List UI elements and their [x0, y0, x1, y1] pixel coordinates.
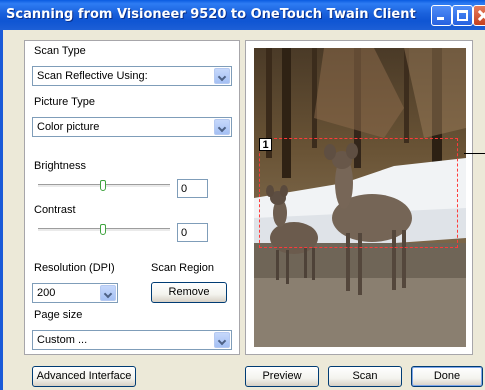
close-icon [478, 10, 485, 21]
scan-region-rectangle[interactable] [259, 138, 458, 248]
title-bar[interactable]: Scanning from Visioneer 9520 to OneTouch… [0, 0, 485, 30]
contrast-label: Contrast [34, 204, 76, 216]
maximize-button[interactable] [452, 5, 473, 26]
window-frame [0, 30, 3, 390]
chevron-down-icon[interactable] [100, 285, 116, 301]
minimize-icon [436, 10, 447, 21]
close-button[interactable] [473, 5, 485, 26]
page-size-select[interactable]: Custom ... [32, 330, 232, 350]
contrast-input[interactable]: 0 [177, 223, 208, 242]
resolution-select[interactable]: 200 [32, 283, 118, 303]
scan-type-value: Scan Reflective Using: [37, 70, 148, 82]
maximize-icon [457, 10, 468, 21]
contrast-value: 0 [181, 227, 188, 239]
brightness-input[interactable]: 0 [177, 179, 208, 198]
resolution-value: 200 [37, 287, 56, 299]
callout-line [464, 153, 485, 154]
brightness-slider-thumb[interactable] [100, 180, 106, 191]
done-button[interactable]: Done [411, 366, 483, 387]
picture-type-label: Picture Type [34, 96, 95, 108]
scan-button[interactable]: Scan [328, 366, 402, 387]
page-size-label: Page size [34, 309, 83, 321]
resolution-label: Resolution (DPI) [34, 262, 115, 274]
brightness-value: 0 [181, 183, 188, 195]
scan-type-select[interactable]: Scan Reflective Using: [32, 66, 232, 86]
brightness-label: Brightness [34, 160, 86, 172]
advanced-interface-button[interactable]: Advanced Interface [32, 366, 136, 387]
chevron-down-icon[interactable] [214, 332, 230, 348]
picture-type-value: Color picture [37, 121, 100, 133]
picture-type-select[interactable]: Color picture [32, 117, 232, 137]
window-title: Scanning from Visioneer 9520 to OneTouch… [6, 7, 416, 22]
preview-button[interactable]: Preview [245, 366, 319, 387]
minimize-button[interactable] [431, 5, 452, 26]
remove-region-button[interactable]: Remove [151, 282, 227, 303]
contrast-slider-thumb[interactable] [100, 224, 106, 235]
page-size-value: Custom ... [37, 334, 88, 346]
scan-type-label: Scan Type [34, 45, 86, 57]
scan-region-label: Scan Region [151, 262, 214, 274]
chevron-down-icon[interactable] [214, 68, 230, 84]
scan-region-number: 1 [259, 138, 272, 151]
chevron-down-icon[interactable] [214, 119, 230, 135]
